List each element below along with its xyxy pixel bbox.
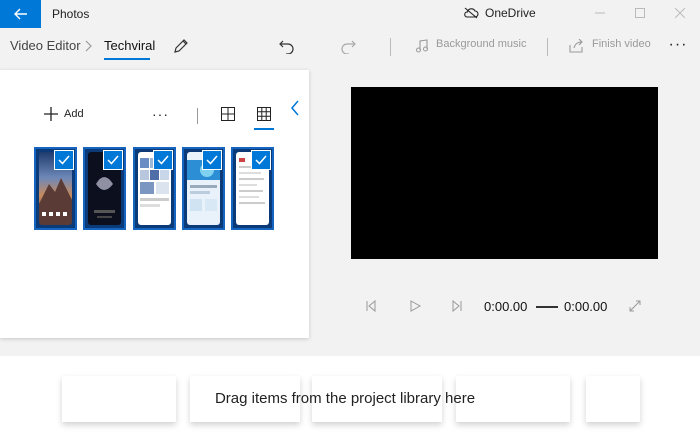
maximize-button[interactable] bbox=[630, 4, 650, 22]
video-preview[interactable] bbox=[351, 87, 658, 259]
toolbar-divider bbox=[390, 38, 391, 56]
share-export-icon bbox=[569, 39, 583, 53]
breadcrumb-video-editor[interactable]: Video Editor bbox=[10, 38, 81, 53]
maximize-icon bbox=[635, 8, 645, 18]
back-button[interactable] bbox=[0, 0, 41, 28]
media-thumbnail[interactable] bbox=[34, 147, 77, 230]
plus-icon bbox=[44, 107, 58, 121]
more-options-button[interactable]: ··· bbox=[668, 35, 688, 55]
next-frame-button[interactable] bbox=[450, 299, 466, 315]
project-library: Add ··· bbox=[0, 70, 309, 338]
finish-video-icon-wrap[interactable] bbox=[567, 36, 587, 56]
active-view-indicator bbox=[254, 128, 274, 130]
pencil-icon bbox=[174, 39, 188, 53]
breadcrumb-project-name: Techviral bbox=[104, 38, 156, 53]
selected-checkbox[interactable] bbox=[153, 150, 173, 170]
current-time: 0:00.00 bbox=[484, 299, 528, 314]
chevron-right-icon bbox=[85, 40, 92, 52]
playback-controls: 0:00.00 0:00.00 bbox=[360, 296, 660, 318]
grid-large-icon bbox=[221, 107, 235, 121]
close-button[interactable] bbox=[670, 4, 690, 22]
library-more-button[interactable]: ··· bbox=[152, 106, 169, 122]
fullscreen-button[interactable] bbox=[628, 299, 644, 315]
small-grid-view-button[interactable] bbox=[257, 107, 273, 123]
add-media-button[interactable]: Add bbox=[44, 107, 84, 121]
media-thumbnail[interactable] bbox=[83, 147, 126, 230]
checkmark-icon bbox=[107, 155, 119, 165]
arrow-left-icon bbox=[13, 8, 27, 20]
grid-small-icon bbox=[257, 107, 271, 121]
close-icon bbox=[675, 8, 685, 18]
step-back-icon bbox=[366, 299, 376, 313]
editor-toolbar: Video Editor Techviral Background music … bbox=[0, 28, 700, 64]
undo-button[interactable] bbox=[277, 36, 297, 56]
chevron-left-icon bbox=[291, 100, 299, 116]
timeline-scrubber[interactable] bbox=[536, 306, 558, 308]
total-time: 0:00.00 bbox=[564, 299, 608, 314]
background-music-icon-wrap[interactable] bbox=[412, 36, 432, 56]
project-name-underline bbox=[104, 58, 150, 60]
step-forward-icon bbox=[452, 299, 462, 313]
selected-checkbox[interactable] bbox=[103, 150, 123, 170]
large-grid-view-button[interactable] bbox=[221, 107, 237, 123]
add-media-label: Add bbox=[64, 108, 84, 120]
media-thumbnail[interactable] bbox=[133, 147, 176, 230]
onedrive-label: OneDrive bbox=[485, 6, 536, 20]
storyboard-placeholder: Drag items from the project library here bbox=[214, 390, 476, 407]
selected-checkbox[interactable] bbox=[251, 150, 271, 170]
music-note-icon bbox=[416, 39, 428, 53]
onedrive-status[interactable]: OneDrive bbox=[463, 6, 536, 20]
minimize-icon bbox=[595, 12, 605, 14]
redo-icon bbox=[341, 40, 356, 54]
title-bar: Photos OneDrive bbox=[0, 0, 700, 28]
minimize-button[interactable] bbox=[590, 4, 610, 22]
rename-project-button[interactable] bbox=[171, 36, 191, 56]
media-thumbnail[interactable] bbox=[182, 147, 225, 230]
redo-button[interactable] bbox=[338, 36, 358, 56]
checkmark-icon bbox=[58, 155, 70, 165]
play-button[interactable] bbox=[408, 299, 424, 315]
app-title: Photos bbox=[52, 7, 90, 21]
library-divider bbox=[197, 108, 198, 124]
play-icon bbox=[410, 300, 422, 312]
selected-checkbox[interactable] bbox=[54, 150, 74, 170]
previous-frame-button[interactable] bbox=[364, 299, 380, 315]
media-thumbnail[interactable] bbox=[231, 147, 274, 230]
selected-checkbox[interactable] bbox=[202, 150, 222, 170]
more-dots-icon: ··· bbox=[668, 36, 688, 53]
collapse-library-button[interactable] bbox=[290, 100, 304, 118]
checkmark-icon bbox=[157, 155, 169, 165]
checkmark-icon bbox=[255, 155, 267, 165]
expand-icon bbox=[629, 300, 641, 312]
undo-icon bbox=[279, 40, 294, 54]
toolbar-divider bbox=[547, 38, 548, 56]
cloud-off-icon bbox=[464, 7, 479, 19]
background-music-button[interactable]: Background music bbox=[436, 38, 527, 50]
finish-video-button[interactable]: Finish video bbox=[592, 38, 651, 50]
checkmark-icon bbox=[206, 155, 218, 165]
storyboard[interactable]: Drag items from the project library here bbox=[0, 356, 700, 437]
